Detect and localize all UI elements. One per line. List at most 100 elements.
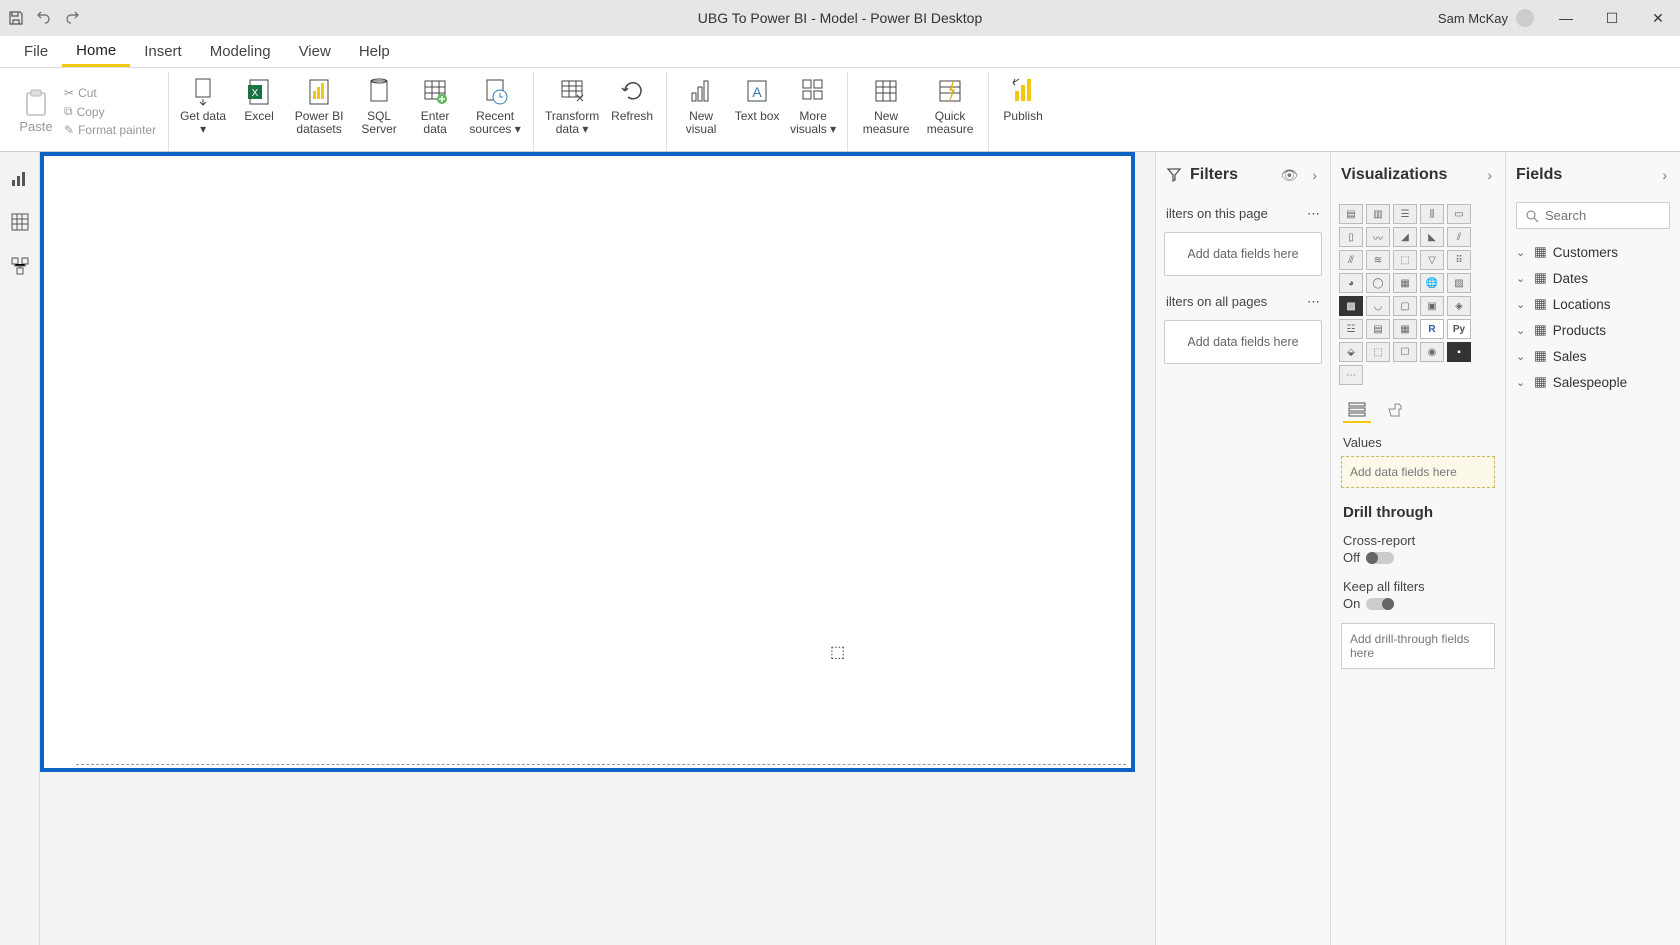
chevron-down-icon: ⌄ [1516,324,1528,337]
table-row[interactable]: ⌄▦Sales [1514,343,1672,369]
table-row[interactable]: ⌄▦Products [1514,317,1672,343]
fields-collapse-icon[interactable]: › [1659,167,1670,183]
viz-stacked-area[interactable]: ◣ [1420,227,1444,247]
viz-python[interactable]: Py [1447,319,1471,339]
table-row[interactable]: ⌄▦Salespeople [1514,369,1672,395]
excel-icon: X [243,76,275,108]
viz-treemap[interactable]: ▦ [1393,273,1417,293]
viz-qa[interactable]: ☐ [1393,342,1417,362]
minimize-button[interactable]: — [1552,10,1580,26]
save-icon[interactable] [8,10,24,26]
new-measure-button[interactable]: New measure [854,72,918,151]
menu-home[interactable]: Home [62,36,130,67]
more-icon[interactable]: ⋯ [1307,294,1320,310]
enter-data-button[interactable]: Enter data [407,72,463,151]
more-icon[interactable]: ⋯ [1307,206,1320,222]
new-measure-icon [870,76,902,108]
transform-data-button[interactable]: Transform data ▾ [540,72,604,151]
viz-100-bar[interactable]: ▭ [1447,204,1471,224]
values-dropzone[interactable]: Add data fields here [1341,456,1495,488]
viz-stacked-column[interactable]: ▥ [1366,204,1390,224]
viz-card[interactable]: ▢ [1393,296,1417,316]
excel-button[interactable]: XExcel [231,72,287,151]
viz-table[interactable]: ▤ [1366,319,1390,339]
viz-decomposition[interactable]: ⬚ [1366,342,1390,362]
viz-clustered-column[interactable]: ⫼ [1420,204,1444,224]
undo-icon[interactable] [36,11,52,25]
table-icon: ▦ [1534,374,1547,390]
fields-title: Fields [1516,166,1651,184]
menu-help[interactable]: Help [345,36,404,67]
viz-multi-card[interactable]: ▣ [1420,296,1444,316]
filters-all-dropzone[interactable]: Add data fields here [1164,320,1322,364]
viz-shape-map[interactable]: ▩ [1339,296,1363,316]
data-view-icon[interactable] [8,210,32,234]
drill-dropzone[interactable]: Add drill-through fields here [1341,623,1495,669]
cross-report-toggle[interactable] [1366,552,1394,564]
viz-filled-map[interactable]: ▨ [1447,273,1471,293]
viz-r-script[interactable]: R [1420,319,1444,339]
user-account[interactable]: Sam McKay [1438,9,1534,27]
sql-server-button[interactable]: SQL Server [351,72,407,151]
viz-ribbon[interactable]: ≋ [1366,250,1390,270]
viz-custom2[interactable]: ▪ [1447,342,1471,362]
viz-scatter[interactable]: ⠿ [1447,250,1471,270]
filters-title: Filters [1190,166,1270,184]
get-data-button[interactable]: Get data ▾ [175,72,231,151]
restore-button[interactable]: ☐ [1598,10,1626,27]
menu-insert[interactable]: Insert [130,36,196,67]
pbi-datasets-button[interactable]: Power BI datasets [287,72,351,151]
viz-slicer[interactable]: ☳ [1339,319,1363,339]
menu-view[interactable]: View [285,36,345,67]
report-view-icon[interactable] [8,166,32,190]
viz-clustered-bar[interactable]: ☰ [1393,204,1417,224]
report-canvas[interactable] [76,160,1126,765]
viz-100-column[interactable]: ▯ [1339,227,1363,247]
viz-key-influencers[interactable]: ⬙ [1339,342,1363,362]
window-title: UBG To Power BI - Model - Power BI Deskt… [698,10,983,26]
viz-line-column[interactable]: ⫽ [1447,227,1471,247]
quick-measure-button[interactable]: Quick measure [918,72,982,151]
viz-funnel[interactable]: ▽ [1420,250,1444,270]
filters-collapse-icon[interactable]: › [1309,167,1320,183]
table-row[interactable]: ⌄▦Locations [1514,291,1672,317]
publish-button[interactable]: Publish [995,72,1051,151]
viz-collapse-icon[interactable]: › [1484,167,1495,183]
more-visuals-button[interactable]: More visuals ▾ [785,72,841,151]
menu-file[interactable]: File [10,36,62,67]
viz-kpi[interactable]: ◈ [1447,296,1471,316]
menu-modeling[interactable]: Modeling [196,36,285,67]
text-box-button[interactable]: AText box [729,72,785,151]
viz-map[interactable]: 🌐 [1420,273,1444,293]
viz-gauge[interactable]: ◡ [1366,296,1390,316]
publish-icon [1007,76,1039,108]
fields-search[interactable] [1516,202,1670,229]
main-area: ⬚ Filters 👁 › ilters on this page⋯ Add d… [0,152,1680,945]
keep-filters-toggle[interactable] [1366,598,1394,610]
model-view-icon[interactable] [8,254,32,278]
close-button[interactable]: ✕ [1644,10,1672,27]
viz-stacked-bar[interactable]: ▤ [1339,204,1363,224]
refresh-button[interactable]: Refresh [604,72,660,151]
filters-visibility-icon[interactable]: 👁 [1278,167,1302,184]
fields-tab-icon[interactable] [1343,399,1371,423]
filters-page-dropzone[interactable]: Add data fields here [1164,232,1322,276]
viz-custom1[interactable]: ◉ [1420,342,1444,362]
paste-button: Paste [14,72,58,151]
viz-waterfall[interactable]: ⬚ [1393,250,1417,270]
format-tab-icon[interactable] [1381,399,1409,423]
table-row[interactable]: ⌄▦Customers [1514,239,1672,265]
redo-icon[interactable] [64,11,80,25]
format-painter-button: ✎Format painter [64,123,156,137]
viz-matrix[interactable]: ▦ [1393,319,1417,339]
viz-donut[interactable]: ◯ [1366,273,1390,293]
viz-pie[interactable]: ◕ [1339,273,1363,293]
new-visual-button[interactable]: New visual [673,72,729,151]
search-input[interactable] [1545,208,1680,223]
table-row[interactable]: ⌄▦Dates [1514,265,1672,291]
viz-more[interactable]: ⋯ [1339,365,1363,385]
viz-line-clustered[interactable]: ⫻ [1339,250,1363,270]
recent-sources-button[interactable]: Recent sources ▾ [463,72,527,151]
viz-line[interactable]: 〰 [1366,227,1390,247]
viz-area[interactable]: ◢ [1393,227,1417,247]
